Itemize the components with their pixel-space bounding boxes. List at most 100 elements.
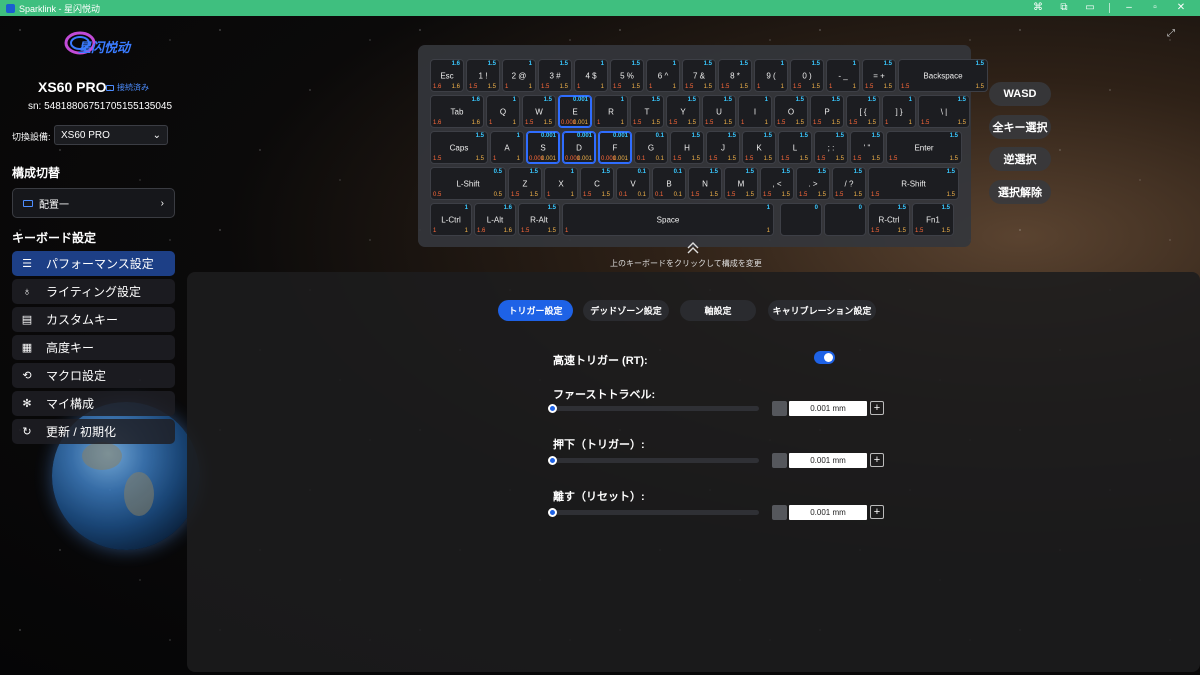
key[interactable]: O 1.5 1.5 1.5 [774,95,808,128]
key[interactable]: C 1.5 1.5 1.5 [580,167,614,200]
key[interactable]: \ | 1.5 1.5 1.5 [918,95,970,128]
tab-deadzone[interactable]: デッドゾーン設定 [583,300,669,321]
key[interactable]: W 1.5 1.5 1.5 [522,95,556,128]
panel-icon[interactable]: ▭ [1077,0,1103,16]
key[interactable]: 2 @1 1 1 [502,59,536,92]
key[interactable]: ; :1.5 1.5 1.5 [814,131,848,164]
first-travel-value[interactable]: 0.001 mm [789,401,867,416]
config-select[interactable]: 配置一 › [12,188,175,218]
key[interactable]: ] } 1 1 1 [882,95,916,128]
key[interactable]: Esc 1.6 1.6 1.6 [430,59,464,92]
key[interactable]: G 0.1 0.1 0.1 [634,131,668,164]
first-travel-increment-button[interactable]: + [870,401,884,415]
press-trigger-increment-button[interactable]: + [870,453,884,467]
release-reset-value[interactable]: 0.001 mm [789,505,867,520]
tab-calibration[interactable]: キャリブレーション設定 [768,300,876,321]
key[interactable]: Backspace 1.5 1.5 1.5 [898,59,988,92]
first-travel-decrement-button[interactable] [772,401,787,416]
key[interactable]: Y 1.5 1.5 1.5 [666,95,700,128]
key[interactable]: X111 [544,167,578,200]
key[interactable]: K 1.5 1.5 1.5 [742,131,776,164]
expand-icon[interactable]: ⤢ [1167,28,1175,39]
clear-selection-button[interactable]: 選択解除 [989,180,1051,204]
key[interactable]: S 0.001 0.001 0.001 [526,131,560,164]
sidebar-item[interactable]: ✻ マイ構成 [12,391,175,416]
key[interactable]: 7 & 1.5 1.5 1.5 [682,59,716,92]
sidebar-item[interactable]: ☰ パフォーマンス設定 [12,251,175,276]
key[interactable]: V 0.1 0.1 0.1 [616,167,650,200]
key[interactable]: 0 ) 1.5 1.5 1.5 [790,59,824,92]
key[interactable]: R-Ctrl 1.5 1.5 1.5 [868,203,910,236]
key[interactable]: D 0.001 0.001 0.001 [562,131,596,164]
key[interactable]: P 1.5 1.5 1.5 [810,95,844,128]
key[interactable]: L 1.5 1.5 1.5 [778,131,812,164]
maximize-button[interactable]: ▫ [1142,0,1168,16]
key[interactable]: . >1.5 1.5 1.5 [796,167,830,200]
key[interactable]: M 1.5 1.5 1.5 [724,167,758,200]
key[interactable]: 0 [780,203,822,236]
key[interactable]: F 0.001 0.001 0.001 [598,131,632,164]
key[interactable]: Space 1 1 1 [562,203,774,236]
extensions-icon[interactable]: ⧉ [1051,0,1077,16]
key[interactable]: / ? 1.5 1.5 1.5 [832,167,866,200]
sidebar-item[interactable]: ♁ ライティング設定 [12,279,175,304]
release-reset-increment-button[interactable]: + [870,505,884,519]
tab-trigger[interactable]: トリガー設定 [498,300,573,321]
key[interactable]: ' " 1.5 1.5 1.5 [850,131,884,164]
key[interactable]: R-Alt 1.5 1.5 1.5 [518,203,560,236]
press-trigger-value[interactable]: 0.001 mm [789,453,867,468]
key[interactable]: R-Shift 1.5 1.5 1.5 [868,167,959,200]
key[interactable]: 4 $1 1 1 [574,59,608,92]
key[interactable]: 6 ^ 1 1 1 [646,59,680,92]
key[interactable]: A111 [490,131,524,164]
first-travel-thumb[interactable] [548,404,557,413]
key[interactable]: L-Shift 0.5 0.5 0.5 [430,167,506,200]
key[interactable]: H 1.5 1.5 1.5 [670,131,704,164]
key[interactable]: N 1.5 1.5 1.5 [688,167,722,200]
press-trigger-slider[interactable] [552,458,759,463]
key[interactable]: T 1.5 1.5 1.5 [630,95,664,128]
key[interactable]: Enter 1.5 1.5 1.5 [886,131,962,164]
key[interactable]: I 1 1 1 [738,95,772,128]
first-travel-slider[interactable] [552,406,759,411]
key[interactable]: , <1.5 1.5 1.5 [760,167,794,200]
wasd-button[interactable]: WASD [989,82,1051,106]
key[interactable]: Fn1 1.5 1.5 1.5 [912,203,954,236]
key[interactable]: Q1 1 1 [486,95,520,128]
minimize-button[interactable]: – [1116,0,1142,16]
key[interactable]: [ {1.5 1.5 1.5 [846,95,880,128]
key[interactable]: L-Ctrl 1 1 1 [430,203,472,236]
key[interactable]: = + 1.5 1.5 1.5 [862,59,896,92]
invert-selection-button[interactable]: 逆選択 [989,147,1051,171]
key[interactable]: U 1.5 1.5 1.5 [702,95,736,128]
device-select[interactable]: XS60 PRO ⌄ [54,125,168,145]
key[interactable]: R111 [594,95,628,128]
rapid-trigger-toggle[interactable] [814,351,835,364]
select-all-button[interactable]: 全キー選択 [989,115,1051,139]
press-trigger-decrement-button[interactable] [772,453,787,468]
key[interactable]: 5 % 1.5 1.5 1.5 [610,59,644,92]
key[interactable]: B 0.1 0.1 0.1 [652,167,686,200]
sidebar-item[interactable]: ⟲ マクロ設定 [12,363,175,388]
key[interactable]: L-Alt 1.6 1.6 1.6 [474,203,516,236]
press-trigger-thumb[interactable] [548,456,557,465]
key[interactable]: 8 * 1.5 1.5 1.5 [718,59,752,92]
key[interactable]: 1 ! 1.5 1.5 1.5 [466,59,500,92]
tab-switch[interactable]: 軸設定 [680,300,756,321]
sidebar-item[interactable]: ↻ 更新 / 初期化 [12,419,175,444]
translate-icon[interactable]: ⌘ [1025,0,1051,16]
key[interactable]: 3 # 1.5 1.5 1.5 [538,59,572,92]
sidebar-item[interactable]: ▦ 高度キー [12,335,175,360]
key[interactable]: Z 1.5 1.5 1.5 [508,167,542,200]
release-reset-slider[interactable] [552,510,759,515]
collapse-chevron-icon[interactable] [686,241,700,255]
key[interactable]: 0 [824,203,866,236]
key[interactable]: Tab 1.6 1.6 1.6 [430,95,484,128]
close-button[interactable]: ✕ [1168,0,1194,16]
key[interactable]: E 0.001 0.001 0.001 [558,95,592,128]
key[interactable]: 9 (1 1 1 [754,59,788,92]
key[interactable]: J 1.5 1.5 1.5 [706,131,740,164]
release-reset-decrement-button[interactable] [772,505,787,520]
sidebar-item[interactable]: ▤ カスタムキー [12,307,175,332]
release-reset-thumb[interactable] [548,508,557,517]
